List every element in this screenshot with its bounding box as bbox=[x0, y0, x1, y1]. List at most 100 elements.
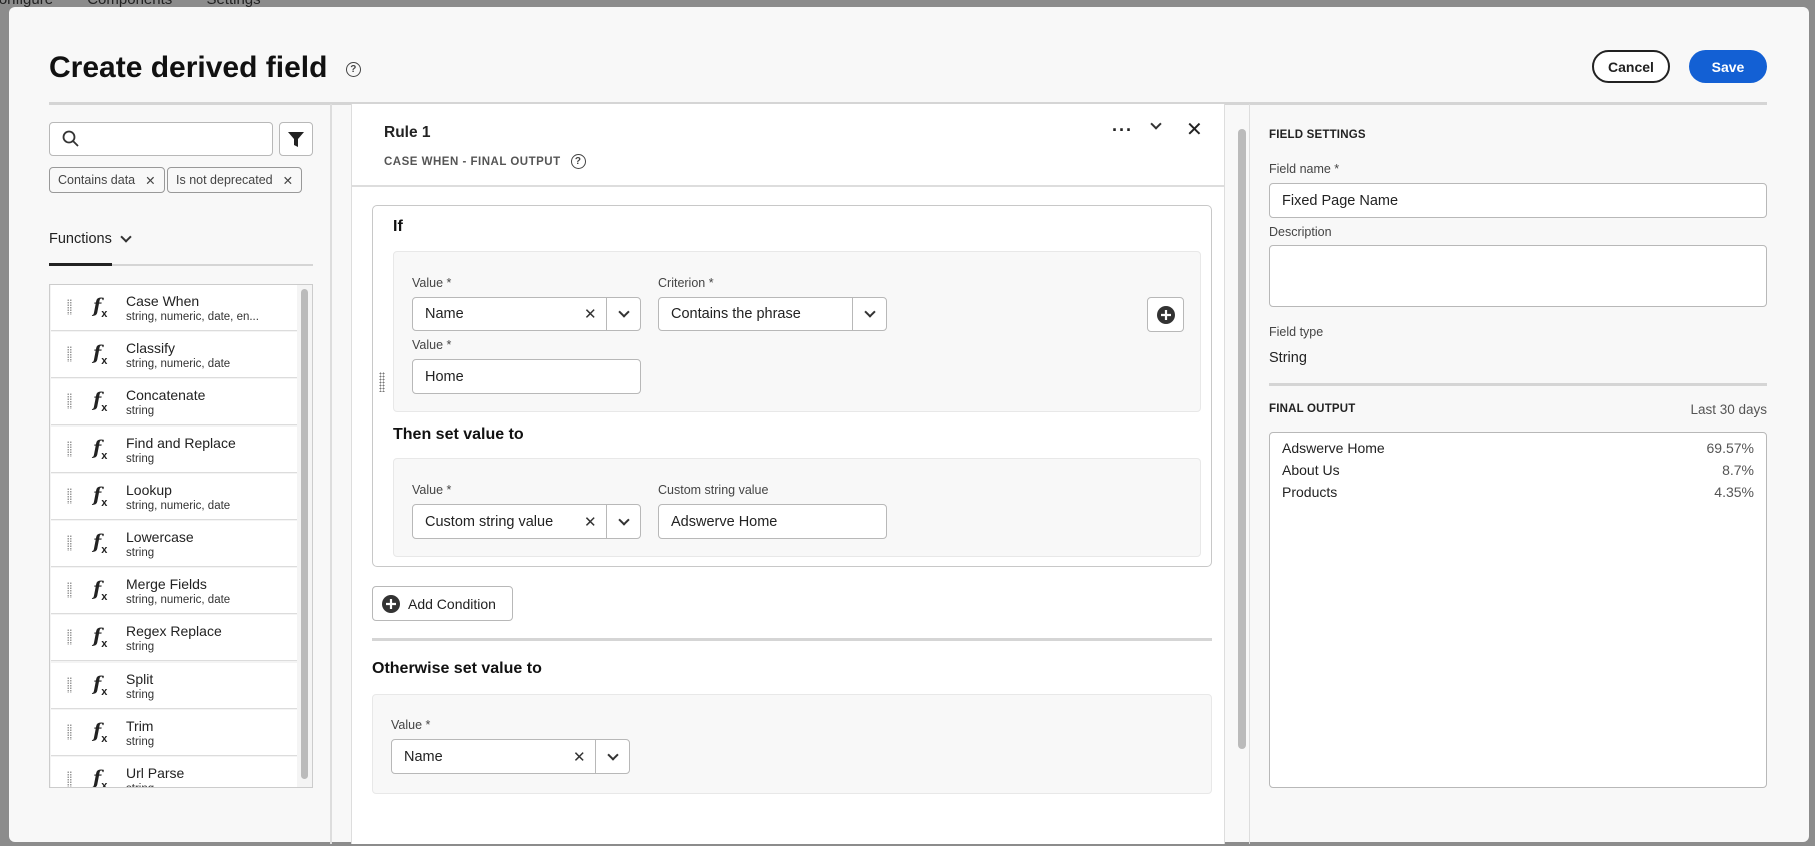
function-item[interactable]: fx Regex Replace string bbox=[51, 615, 297, 662]
function-types: string, numeric, date bbox=[126, 499, 231, 512]
function-icon: fx bbox=[93, 389, 108, 415]
chevron-down-icon bbox=[120, 231, 132, 243]
middle-scrollbar[interactable] bbox=[1238, 129, 1246, 749]
value-label: Value * bbox=[412, 276, 452, 290]
function-item[interactable]: fx Trim string bbox=[51, 709, 297, 756]
add-criterion-button[interactable] bbox=[1147, 297, 1184, 332]
save-button[interactable]: Save bbox=[1689, 50, 1767, 83]
if-block: If Value * Name ✕ Criterion * Contains th… bbox=[372, 205, 1212, 567]
filter-chip-not-deprecated[interactable]: Is not deprecated ✕ bbox=[167, 167, 303, 193]
field-name-input[interactable]: Fixed Page Name bbox=[1269, 183, 1767, 218]
function-name: Merge Fields bbox=[126, 576, 207, 593]
function-item[interactable]: fx Lowercase string bbox=[51, 521, 297, 567]
condition-box: Value * Name ✕ Criterion * Contains the p… bbox=[393, 251, 1201, 412]
right-panel-divider bbox=[1249, 104, 1250, 844]
function-icon: fx bbox=[93, 483, 108, 509]
output-row: Products 4.35% bbox=[1282, 484, 1754, 500]
functions-list: fxUrl ParsestringfxTrimstringfxSplitstri… bbox=[49, 284, 313, 788]
chevron-down-icon[interactable] bbox=[852, 298, 886, 330]
tab-selected-indicator bbox=[49, 263, 112, 266]
function-item[interactable]: fx Merge Fields string, numeric, date bbox=[51, 568, 297, 615]
output-range: Last 30 days bbox=[1690, 402, 1767, 417]
function-item[interactable]: fx Lookup string, numeric, date bbox=[51, 473, 297, 520]
function-types: string, numeric, date, en... bbox=[126, 311, 259, 323]
field-name-label: Field name * bbox=[1269, 162, 1340, 176]
rule-subtitle: CASE WHEN - FINAL OUTPUT? bbox=[384, 154, 586, 169]
chevron-down-icon[interactable] bbox=[595, 740, 629, 773]
drag-handle-icon[interactable] bbox=[67, 393, 72, 410]
chevron-down-icon[interactable] bbox=[606, 505, 640, 538]
function-item[interactable]: fx Url Parse string bbox=[51, 757, 297, 787]
function-item[interactable]: fx Split string bbox=[51, 662, 297, 709]
rule-header-divider bbox=[352, 185, 1224, 187]
otherwise-value-label: Value * bbox=[391, 718, 431, 732]
function-item[interactable]: fx Concatenate string bbox=[51, 379, 297, 426]
add-condition-button[interactable]: Add Condition bbox=[372, 586, 513, 621]
clear-icon[interactable]: ✕ bbox=[573, 748, 595, 766]
remove-chip-icon[interactable]: ✕ bbox=[145, 173, 155, 188]
function-icon: fx bbox=[93, 295, 108, 320]
remove-chip-icon[interactable]: ✕ bbox=[283, 173, 293, 188]
drag-handle-icon[interactable] bbox=[67, 440, 72, 457]
custom-string-input[interactable]: Adswerve Home bbox=[658, 504, 887, 539]
drag-handle-icon[interactable] bbox=[67, 346, 72, 363]
drag-handle-icon[interactable] bbox=[67, 487, 72, 504]
value-select[interactable]: Name ✕ bbox=[412, 297, 641, 331]
description-input[interactable] bbox=[1269, 245, 1767, 307]
drag-handle-icon[interactable] bbox=[67, 582, 72, 599]
function-item[interactable]: fx Find and Replace string bbox=[51, 426, 297, 473]
drag-handle-icon[interactable] bbox=[67, 723, 72, 740]
function-icon: fx bbox=[93, 672, 108, 698]
more-options-icon[interactable]: ··· bbox=[1112, 120, 1133, 141]
function-types: string bbox=[126, 641, 155, 654]
then-value-select[interactable]: Custom string value ✕ bbox=[412, 504, 641, 539]
criterion-label: Criterion * bbox=[658, 276, 714, 290]
field-type-label: Field type bbox=[1269, 325, 1324, 339]
filter-button[interactable] bbox=[279, 122, 313, 156]
cancel-button[interactable]: Cancel bbox=[1592, 50, 1670, 83]
output-row: About Us 8.7% bbox=[1282, 462, 1754, 478]
rule-title: Rule 1 bbox=[384, 124, 431, 141]
functions-tab[interactable]: Functions bbox=[49, 231, 132, 247]
function-types: string, numeric, date bbox=[126, 358, 231, 371]
function-name: Url Parse bbox=[126, 765, 185, 781]
output-row: Adswerve Home 69.57% bbox=[1282, 440, 1754, 456]
close-rule-icon[interactable]: ✕ bbox=[1186, 117, 1203, 142]
function-types: string bbox=[126, 783, 154, 787]
chevron-down-icon[interactable] bbox=[606, 298, 640, 330]
filter-chip-contains-data[interactable]: Contains data ✕ bbox=[49, 167, 165, 193]
drag-handle-icon[interactable] bbox=[67, 299, 72, 315]
clear-icon[interactable]: ✕ bbox=[584, 305, 606, 323]
help-icon[interactable]: ? bbox=[570, 154, 586, 169]
description-label: Description bbox=[1269, 225, 1332, 239]
criterion-select[interactable]: Contains the phrase bbox=[658, 297, 887, 331]
function-item[interactable]: fx Case When string, numeric, date, en... bbox=[51, 285, 297, 331]
search-input[interactable] bbox=[49, 122, 273, 156]
plus-circle-icon bbox=[1156, 305, 1175, 324]
drag-handle-icon[interactable] bbox=[67, 629, 72, 646]
output-percent: 69.57% bbox=[1706, 440, 1754, 456]
drag-handle-icon[interactable] bbox=[67, 535, 72, 551]
otherwise-value-select[interactable]: Name ✕ bbox=[391, 739, 630, 774]
value2-input[interactable]: Home bbox=[412, 359, 641, 394]
function-icon: fx bbox=[93, 719, 108, 745]
list-scrollbar[interactable] bbox=[301, 289, 308, 779]
drag-handle-icon[interactable] bbox=[67, 771, 72, 787]
help-icon[interactable]: ? bbox=[345, 61, 361, 77]
drag-handle[interactable] bbox=[379, 372, 385, 392]
function-types: string bbox=[126, 405, 155, 418]
function-name: Split bbox=[126, 670, 154, 687]
function-item[interactable]: fx Classify string, numeric, date bbox=[51, 332, 297, 379]
drag-handle-icon[interactable] bbox=[67, 676, 72, 693]
function-types: string, numeric, date bbox=[126, 594, 231, 607]
function-icon: fx bbox=[93, 342, 108, 367]
clear-icon[interactable]: ✕ bbox=[584, 513, 606, 531]
collapse-button[interactable] bbox=[1150, 118, 1162, 130]
function-name: Lowercase bbox=[126, 529, 194, 545]
plus-circle-icon bbox=[382, 594, 400, 613]
rule-card: Rule 1 CASE WHEN - FINAL OUTPUT? ··· ✕ I… bbox=[351, 104, 1225, 844]
field-type-value: String bbox=[1269, 350, 1307, 366]
function-icon: fx bbox=[93, 531, 108, 556]
final-output-list: Adswerve Home 69.57% About Us 8.7% Products 4… bbox=[1269, 432, 1767, 788]
function-icon: fx bbox=[93, 625, 108, 651]
